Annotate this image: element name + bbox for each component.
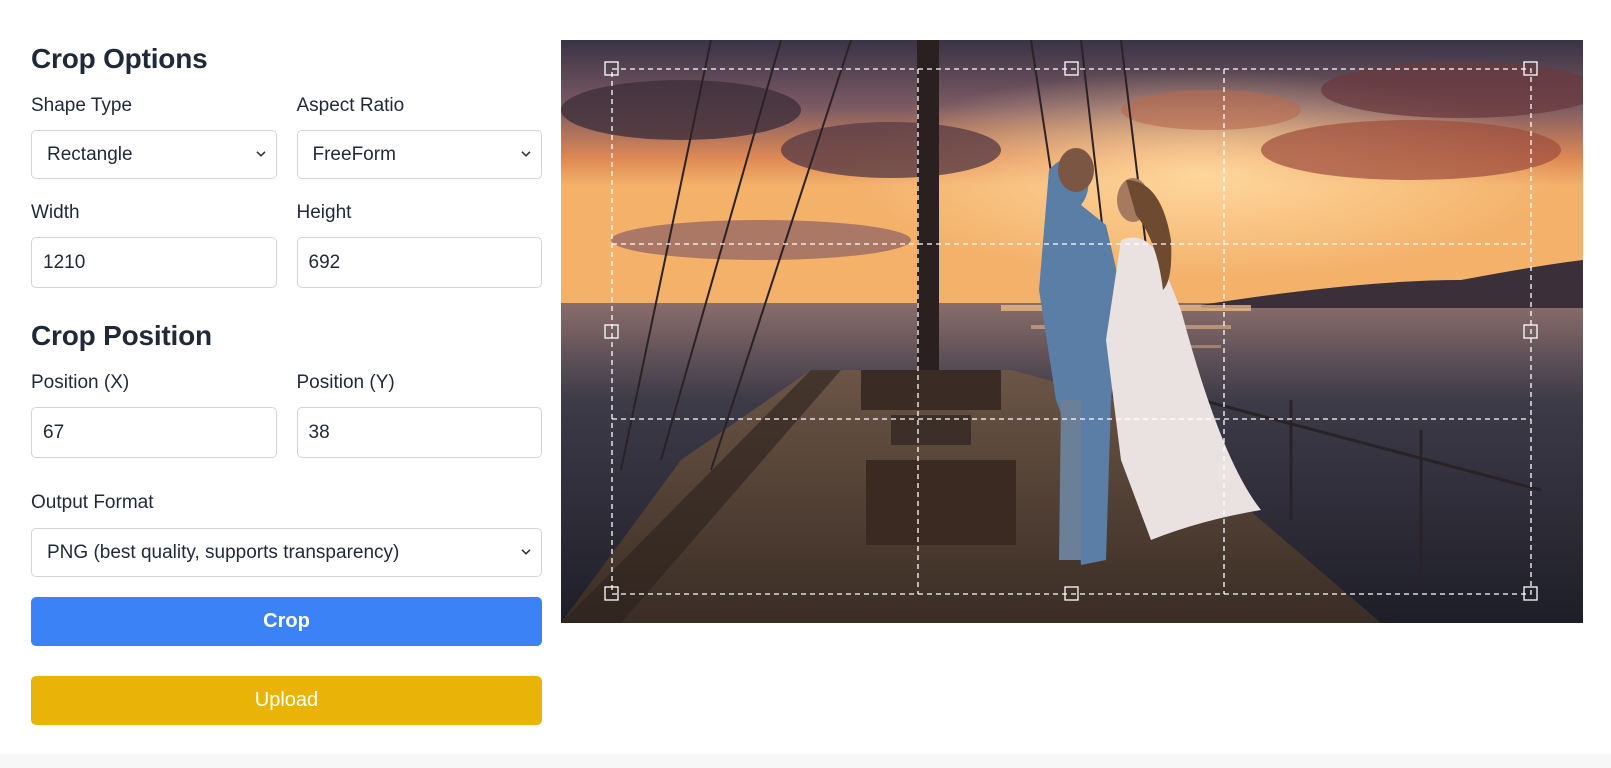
crop-controls-panel: Crop Options Shape Type Rectangle Aspect… [31,40,542,725]
height-value: 692 [308,251,341,273]
upload-button[interactable]: Upload [31,676,542,725]
height-input[interactable]: 692 [296,237,542,288]
position-y-value: 38 [308,421,330,443]
aspect-ratio-value: FreeForm [312,143,396,165]
shape-type-select[interactable]: Rectangle [31,130,277,179]
aspect-ratio-select[interactable]: FreeForm [296,130,542,179]
crop-selection-overlay[interactable] [561,40,1583,623]
crop-options-title: Crop Options [31,43,208,74]
position-x-label: Position (X) [31,372,130,393]
height-label: Height [296,202,352,223]
crop-position-title: Crop Position [31,320,212,351]
aspect-ratio-label: Aspect Ratio [296,95,405,116]
width-input[interactable]: 1210 [31,237,277,288]
position-x-value: 67 [43,421,65,443]
image-preview[interactable] [561,40,1583,623]
shape-type-label: Shape Type [31,95,133,116]
chevron-down-icon [255,150,266,157]
crop-tool-page: Crop Options Shape Type Rectangle Aspect… [0,0,1611,768]
output-format-value: PNG (best quality, supports transparency… [47,541,400,563]
position-x-input[interactable]: 67 [31,407,277,458]
shape-type-value: Rectangle [47,143,133,165]
output-format-select[interactable]: PNG (best quality, supports transparency… [31,528,542,577]
chevron-down-icon [521,548,531,555]
width-label: Width [31,202,80,223]
output-format-label: Output Format [31,492,154,513]
chevron-down-icon [521,150,531,157]
page-footer-strip [0,754,1611,768]
position-y-input[interactable]: 38 [296,407,542,458]
width-value: 1210 [43,251,86,273]
position-y-label: Position (Y) [296,372,395,393]
crop-button[interactable]: Crop [31,597,542,646]
